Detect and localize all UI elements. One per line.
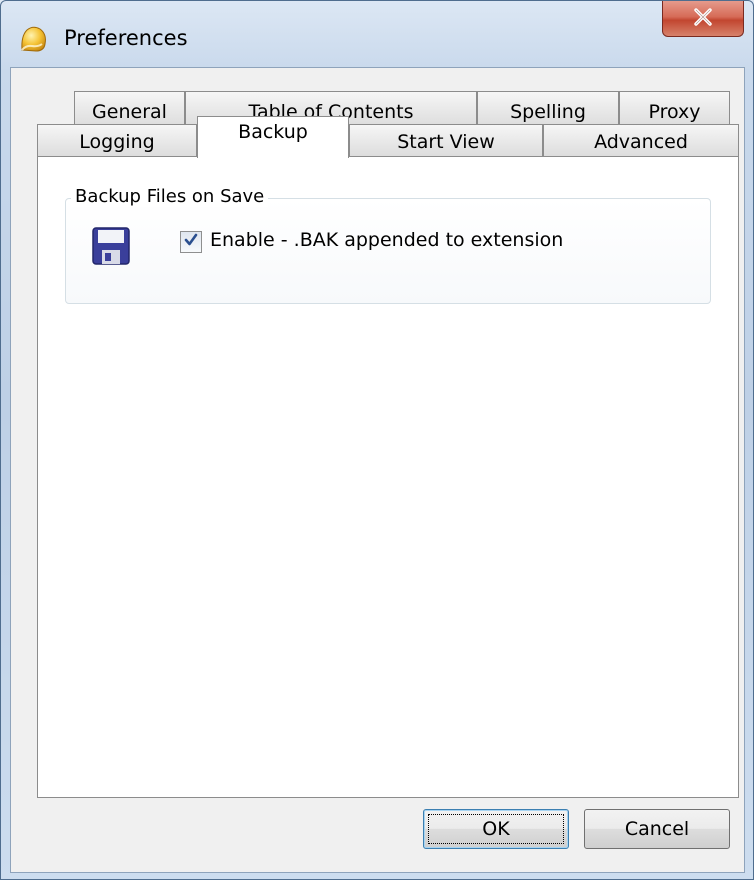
tab-label: General [92, 101, 167, 123]
dialog-client-area: General Table of Contents Spelling Proxy… [10, 67, 745, 873]
tab-label: Advanced [594, 131, 688, 153]
close-icon [693, 7, 713, 30]
tab-label: Start View [397, 131, 495, 153]
tab-proxy[interactable]: Proxy [619, 91, 730, 127]
preferences-window: Preferences General Table of Contents Sp… [0, 0, 754, 880]
tab-label: Spelling [510, 101, 586, 123]
tab-logging[interactable]: Logging [37, 124, 197, 157]
tab-start-view[interactable]: Start View [349, 124, 543, 157]
cancel-button[interactable]: Cancel [584, 809, 730, 849]
title-bar[interactable]: Preferences [1, 1, 753, 67]
app-icon [18, 24, 49, 55]
floppy-disk-icon [91, 226, 131, 266]
tab-backup[interactable]: Backup [197, 116, 349, 158]
tab-spelling[interactable]: Spelling [477, 91, 619, 127]
backup-tab-panel: Backup Files on Save Enable - .BAK appen… [37, 156, 739, 798]
tab-label: Proxy [648, 101, 701, 123]
tab-advanced[interactable]: Advanced [543, 124, 739, 157]
tab-label: Logging [79, 131, 155, 153]
tab-general[interactable]: General [74, 91, 185, 127]
ok-button[interactable]: OK [423, 809, 569, 849]
close-button[interactable] [662, 1, 744, 37]
enable-backup-checkbox[interactable] [180, 231, 202, 253]
backup-groupbox [65, 198, 711, 304]
groupbox-title: Backup Files on Save [71, 186, 269, 207]
focus-rectangle [428, 814, 564, 844]
cancel-button-label: Cancel [624, 818, 690, 840]
enable-backup-label[interactable]: Enable - .BAK appended to extension [210, 229, 563, 251]
tab-label: Backup [238, 121, 308, 143]
window-title: Preferences [64, 26, 188, 50]
checkmark-icon [183, 232, 199, 252]
